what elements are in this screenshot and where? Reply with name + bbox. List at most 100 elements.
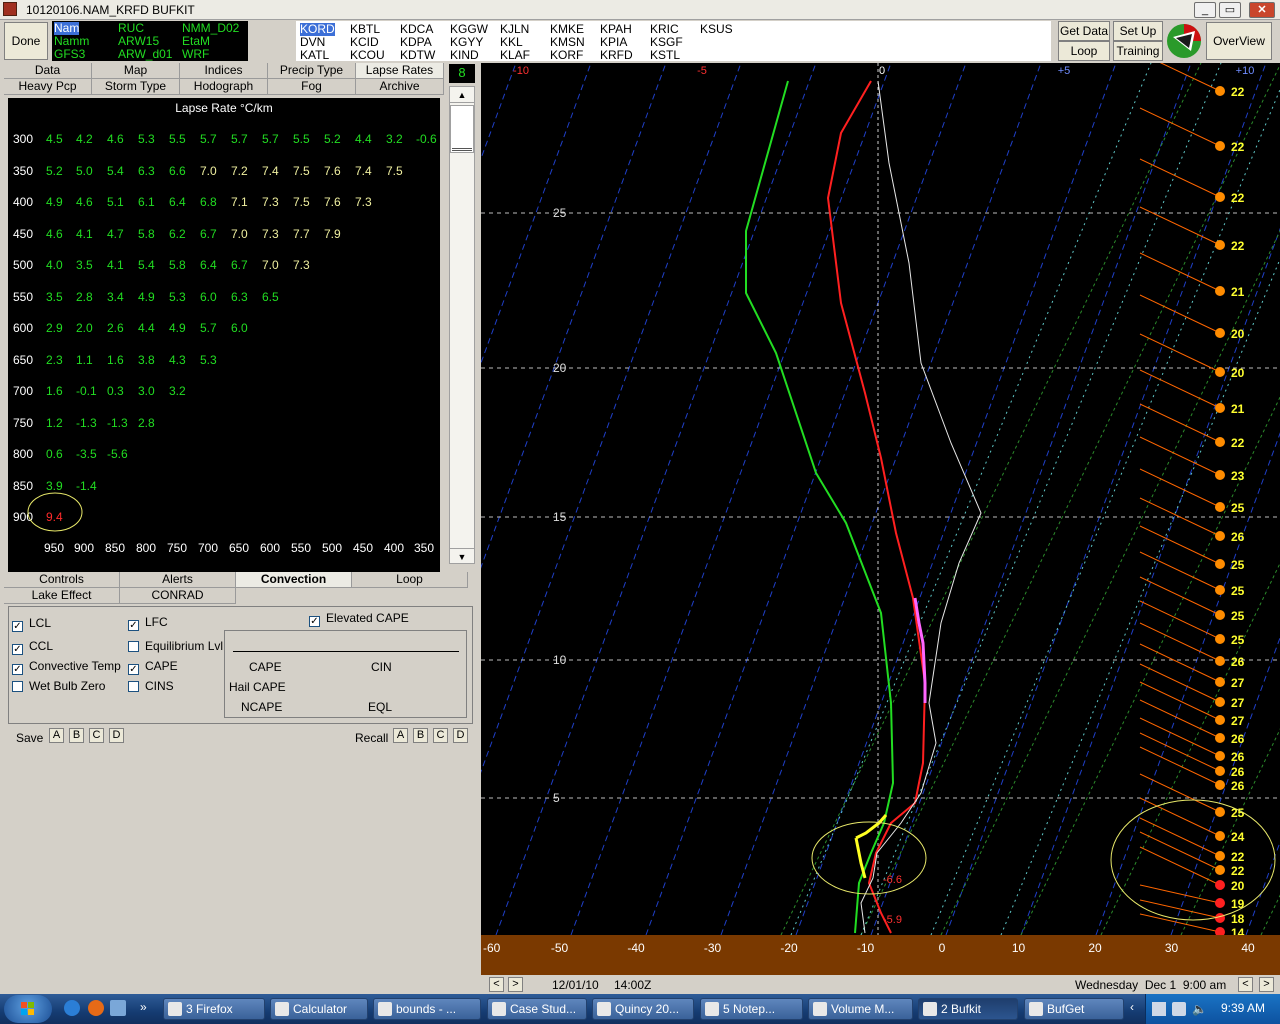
station-klaf[interactable]: KLAF — [500, 49, 530, 62]
more-icon[interactable]: » — [140, 1000, 147, 1014]
checkbox-box[interactable]: ✓ — [12, 664, 23, 675]
tab-archive[interactable]: Archive — [356, 79, 444, 95]
recall-slot-b[interactable]: B — [413, 728, 428, 743]
station-ksus[interactable]: KSUS — [700, 23, 733, 36]
taskbar-item-bufget[interactable]: BufGet — [1024, 998, 1124, 1020]
checkbox-lcl[interactable]: ✓ LCL — [12, 617, 51, 632]
tab-loop[interactable]: Loop — [352, 572, 468, 588]
checkbox-equilibrium-lvl[interactable]: Equilibrium Lvl — [128, 640, 223, 653]
done-button[interactable]: Done — [4, 22, 48, 60]
close-button[interactable]: ✕ — [1249, 2, 1275, 18]
maximize-button[interactable]: ▭ — [1219, 2, 1241, 18]
taskbar-item-5-notep[interactable]: 5 Notep... — [700, 998, 803, 1020]
station-katl[interactable]: KATL — [300, 49, 329, 62]
monitor-icon[interactable] — [1172, 1002, 1186, 1016]
model-arw-d01[interactable]: ARW_d01 — [118, 48, 172, 61]
recall-slot-a[interactable]: A — [393, 728, 408, 743]
vertical-scrollbar[interactable]: ▲ ▼ — [449, 86, 475, 564]
save-slot-c[interactable]: C — [89, 728, 104, 743]
checkbox-elevated-cape[interactable]: ✓ Elevated CAPE — [309, 612, 409, 627]
taskbar-item-quincy-20[interactable]: Quincy 20... — [592, 998, 694, 1020]
scroll-thumb[interactable] — [450, 105, 474, 153]
network-icon[interactable] — [1152, 1002, 1166, 1016]
checkbox-box[interactable] — [12, 681, 23, 692]
recall-slot-c[interactable]: C — [433, 728, 448, 743]
tab-indices[interactable]: Indices — [180, 63, 268, 79]
checkbox-wet-bulb-zero[interactable]: Wet Bulb Zero — [12, 680, 105, 693]
scroll-down-icon[interactable]: ▼ — [450, 548, 474, 564]
3-firefox-icon — [168, 1002, 182, 1016]
station-kstl[interactable]: KSTL — [650, 49, 680, 62]
checkbox-cins[interactable]: CINS — [128, 680, 174, 693]
station-korf[interactable]: KORF — [550, 49, 583, 62]
minimize-button[interactable]: _ — [1194, 2, 1216, 18]
checkbox-box[interactable] — [128, 641, 139, 652]
taskbar-item-volume-m[interactable]: Volume M... — [808, 998, 913, 1020]
tab-heavy-pcp[interactable]: Heavy Pcp — [4, 79, 92, 95]
taskbar-item-3-firefox[interactable]: 3 Firefox — [163, 998, 265, 1020]
model-gfs3[interactable]: GFS3 — [54, 48, 85, 61]
tab-controls[interactable]: Controls — [4, 572, 120, 588]
checkbox-lfc[interactable]: ✓ LFC — [128, 616, 168, 631]
start-button[interactable] — [4, 995, 52, 1023]
model-wrf[interactable]: WRF — [182, 48, 209, 61]
tab-convection[interactable]: Convection — [236, 572, 352, 588]
height-label: 25 — [553, 206, 567, 220]
firefox-icon[interactable] — [88, 1000, 104, 1016]
scroll-up-icon[interactable]: ▲ — [450, 87, 474, 103]
checkbox-convective-temp[interactable]: ✓ Convective Temp — [12, 660, 121, 675]
get-data-button[interactable]: Get Data — [1058, 21, 1110, 41]
save-slot-a[interactable]: A — [49, 728, 64, 743]
taskbar-item-bounds[interactable]: bounds - ... — [373, 998, 481, 1020]
checkbox-box[interactable] — [128, 681, 139, 692]
wind-speed-label: 24 — [1231, 830, 1245, 844]
checkbox-ccl[interactable]: ✓ CCL — [12, 640, 53, 655]
save-slot-d[interactable]: D — [109, 728, 124, 743]
tab-conrad[interactable]: CONRAD — [120, 588, 236, 604]
tab-lapse-rates[interactable]: Lapse Rates — [356, 63, 444, 79]
overview-button[interactable]: OverView — [1206, 22, 1272, 60]
checkbox-box[interactable]: ✓ — [128, 664, 139, 675]
save-slot-b[interactable]: B — [69, 728, 84, 743]
checkbox-box[interactable]: ✓ — [12, 644, 23, 655]
tab-map[interactable]: Map — [92, 63, 180, 79]
checkbox-box[interactable]: ✓ — [128, 620, 139, 631]
tab-alerts[interactable]: Alerts — [120, 572, 236, 588]
x-axis-label: 20 — [1088, 941, 1102, 955]
ie-icon[interactable] — [64, 1000, 80, 1016]
training-button[interactable]: Training — [1113, 41, 1163, 61]
tray-expand-icon[interactable]: ‹ — [1130, 1000, 1134, 1014]
prev-button[interactable]: < — [489, 977, 504, 992]
checkbox-box[interactable]: ✓ — [309, 616, 320, 627]
scroll-right-button[interactable]: > — [1259, 977, 1274, 992]
wind-speed-label: 26 — [1231, 779, 1245, 793]
checkbox-cape[interactable]: ✓ CAPE — [128, 660, 178, 675]
taskbar-item-2-bufkit[interactable]: 2 Bufkit — [918, 998, 1018, 1020]
tab-storm-type[interactable]: Storm Type — [92, 79, 180, 95]
lapse-value: 4.2 — [76, 132, 93, 146]
taskbar-item-calculator[interactable]: Calculator — [270, 998, 368, 1020]
checkbox-box[interactable]: ✓ — [12, 621, 23, 632]
wind-speed-label: 25 — [1231, 558, 1245, 572]
tab-data[interactable]: Data — [4, 63, 92, 79]
top-axis-label: +10 — [1236, 65, 1255, 77]
recall-slot-d[interactable]: D — [453, 728, 468, 743]
tab-lake-effect[interactable]: Lake Effect — [4, 588, 120, 604]
scroll-left-button[interactable]: < — [1238, 977, 1253, 992]
station-kcou[interactable]: KCOU — [350, 49, 385, 62]
tab-precip-type[interactable]: Precip Type — [268, 63, 356, 79]
slider-value: 8 — [449, 64, 475, 83]
volume-icon[interactable]: 🔈 — [1192, 1002, 1207, 1016]
wind-station-dot — [1215, 86, 1225, 96]
tab-hodograph[interactable]: Hodograph — [180, 79, 268, 95]
pressure-550: 550 — [13, 289, 34, 304]
station-kdtw[interactable]: KDTW — [400, 49, 435, 62]
next-button[interactable]: > — [508, 977, 523, 992]
station-krfd[interactable]: KRFD — [600, 49, 633, 62]
tab-fog[interactable]: Fog — [268, 79, 356, 95]
set-up-button[interactable]: Set Up — [1113, 21, 1163, 41]
desktop-icon[interactable] — [110, 1000, 126, 1016]
loop-button[interactable]: Loop — [1058, 41, 1110, 61]
taskbar-item-case-stud[interactable]: Case Stud... — [487, 998, 587, 1020]
station-kind[interactable]: KIND — [450, 49, 479, 62]
